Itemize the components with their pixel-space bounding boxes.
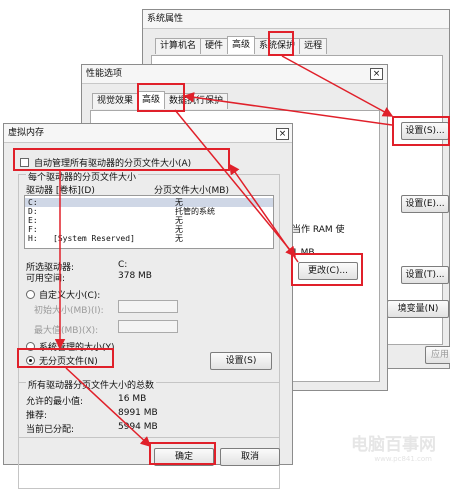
watermark-logo: 电脑百事网	[351, 435, 436, 455]
watermark-url: www.pc841.com	[374, 455, 432, 463]
annotation-arrows	[54, 55, 394, 448]
